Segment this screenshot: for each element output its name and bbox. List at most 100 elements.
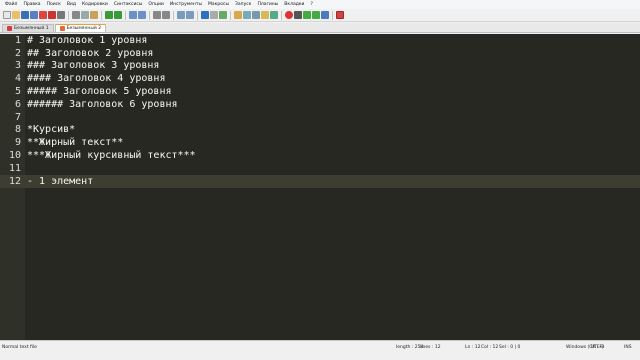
redo-icon[interactable] <box>114 11 122 19</box>
doc-map-icon[interactable] <box>243 11 251 19</box>
editor-line[interactable]: 7 <box>0 111 640 124</box>
toolbar-separator <box>125 10 126 20</box>
status-column: Col : 12 <box>481 345 499 350</box>
save-icon[interactable] <box>21 11 29 19</box>
find-icon[interactable] <box>129 11 137 19</box>
editor-line[interactable]: 8 *Курсив* <box>0 124 640 137</box>
menu-window[interactable]: Вкладки <box>281 0 307 9</box>
close-all-icon[interactable] <box>48 11 56 19</box>
line-text: **Жирный текст** <box>27 137 124 149</box>
status-insert-mode: INS <box>624 345 632 350</box>
zoom-in-icon[interactable] <box>153 11 161 19</box>
line-number: 7 <box>14 111 21 123</box>
notepad-window: Файл Правка Поиск Вид Кодировки Синтакси… <box>0 0 640 360</box>
save-macro-icon[interactable] <box>321 11 329 19</box>
menu-run[interactable]: Запуск <box>232 0 254 9</box>
menubar: Файл Правка Поиск Вид Кодировки Синтакси… <box>0 0 640 9</box>
cut-icon[interactable] <box>72 11 80 19</box>
show-all-chars-icon[interactable] <box>210 11 218 19</box>
menu-file[interactable]: Файл <box>2 0 20 9</box>
playback-icon[interactable] <box>303 11 311 19</box>
toolbar-separator <box>149 10 150 20</box>
zoom-out-icon[interactable] <box>162 11 170 19</box>
menu-language[interactable]: Синтаксисы <box>111 0 146 9</box>
menu-search[interactable]: Поиск <box>44 0 64 9</box>
menu-encoding[interactable]: Кодировки <box>79 0 111 9</box>
undo-icon[interactable] <box>105 11 113 19</box>
toolbar-separator <box>68 10 69 20</box>
menu-view[interactable]: Вид <box>64 0 79 9</box>
toolbar-separator <box>281 10 282 20</box>
editor-line[interactable]: 6 ###### Заголовок 6 уровня <box>0 98 640 111</box>
line-text: - 1 элемент <box>27 175 94 187</box>
status-encoding[interactable]: UTF-8 <box>591 345 604 350</box>
run-macro-icon[interactable] <box>312 11 320 19</box>
editor-line[interactable]: 3 ### Заголовок 3 уровня <box>0 60 640 73</box>
editor-lines: 1 # Заголовок 1 уровня 2 ## Заголовок 2 ур… <box>0 34 640 188</box>
menu-macro[interactable]: Макросы <box>205 0 232 9</box>
indent-guide-icon[interactable] <box>219 11 227 19</box>
line-text: ***Жирный курсивный текст*** <box>27 150 196 162</box>
editor-current-line[interactable]: 12 - 1 элемент <box>0 174 640 188</box>
monitoring-icon[interactable] <box>270 11 278 19</box>
line-text: # Заголовок 1 уровня <box>27 34 148 46</box>
language-icon[interactable] <box>234 11 242 19</box>
tab-untitled-2[interactable]: Безымянный 2 <box>54 24 107 32</box>
new-file-icon[interactable] <box>3 11 11 19</box>
spell-check-icon[interactable] <box>336 11 344 19</box>
line-text: ## Заголовок 2 уровня <box>27 47 154 59</box>
menu-settings[interactable]: Опции <box>145 0 166 9</box>
line-number: 11 <box>8 162 21 174</box>
tab-label: Безымянный 2 <box>66 26 102 31</box>
status-selection: Sel : 0 | 0 <box>499 345 521 350</box>
file-icon <box>59 26 65 31</box>
toolbar-separator <box>197 10 198 20</box>
tab-bar: Безымянный 1 Безымянный 2 <box>0 23 640 33</box>
tab-label: Безымянный 1 <box>14 26 49 31</box>
paste-icon[interactable] <box>90 11 98 19</box>
word-wrap-icon[interactable] <box>201 11 209 19</box>
status-file-type: Normal text file <box>2 345 37 350</box>
line-number: 5 <box>14 86 21 98</box>
file-icon <box>7 26 12 31</box>
line-number: 1 <box>14 34 21 46</box>
editor-line[interactable]: 2 ## Заголовок 2 уровня <box>0 47 640 60</box>
editor-line[interactable]: 4 #### Заголовок 4 уровня <box>0 72 640 85</box>
line-text: ### Заголовок 3 уровня <box>27 60 160 72</box>
record-macro-icon[interactable] <box>285 11 293 19</box>
copy-icon[interactable] <box>81 11 89 19</box>
status-line: Ln : 12 <box>465 345 481 350</box>
stop-record-icon[interactable] <box>294 11 302 19</box>
line-number: 8 <box>14 124 21 136</box>
tab-untitled-1[interactable]: Безымянный 1 <box>2 24 54 32</box>
editor-line[interactable]: 9 **Жирный текст** <box>0 136 640 149</box>
editor-line[interactable]: 10 ***Жирный курсивный текст*** <box>0 149 640 162</box>
sync-horizontal-icon[interactable] <box>186 11 194 19</box>
menu-plugins[interactable]: Плагины <box>254 0 281 9</box>
toolbar-separator <box>332 10 333 20</box>
close-icon[interactable] <box>39 11 47 19</box>
line-text: #### Заголовок 4 уровня <box>27 73 166 85</box>
editor-line[interactable]: 1 # Заголовок 1 уровня <box>0 34 640 47</box>
line-number: 4 <box>14 73 21 85</box>
menu-help[interactable]: ? <box>307 0 315 9</box>
editor-line[interactable]: 5 ##### Заголовок 5 уровня <box>0 85 640 98</box>
replace-icon[interactable] <box>138 11 146 19</box>
print-icon[interactable] <box>57 11 65 19</box>
function-list-icon[interactable] <box>252 11 260 19</box>
line-text: ##### Заголовок 5 уровня <box>27 86 172 98</box>
editor-line[interactable]: 11 <box>0 162 640 175</box>
line-number: 3 <box>14 60 21 72</box>
line-number: 2 <box>14 47 21 59</box>
line-text: *Курсив* <box>27 124 76 136</box>
folder-workspace-icon[interactable] <box>261 11 269 19</box>
sync-vertical-icon[interactable] <box>177 11 185 19</box>
toolbar-separator <box>101 10 102 20</box>
toolbar-separator <box>230 10 231 20</box>
open-file-icon[interactable] <box>12 11 20 19</box>
text-editor[interactable]: 1 # Заголовок 1 уровня 2 ## Заголовок 2 ур… <box>0 34 640 340</box>
menu-edit[interactable]: Правка <box>20 0 43 9</box>
menu-tools[interactable]: Инструменты <box>167 0 205 9</box>
toolbar <box>0 9 640 22</box>
save-all-icon[interactable] <box>30 11 38 19</box>
